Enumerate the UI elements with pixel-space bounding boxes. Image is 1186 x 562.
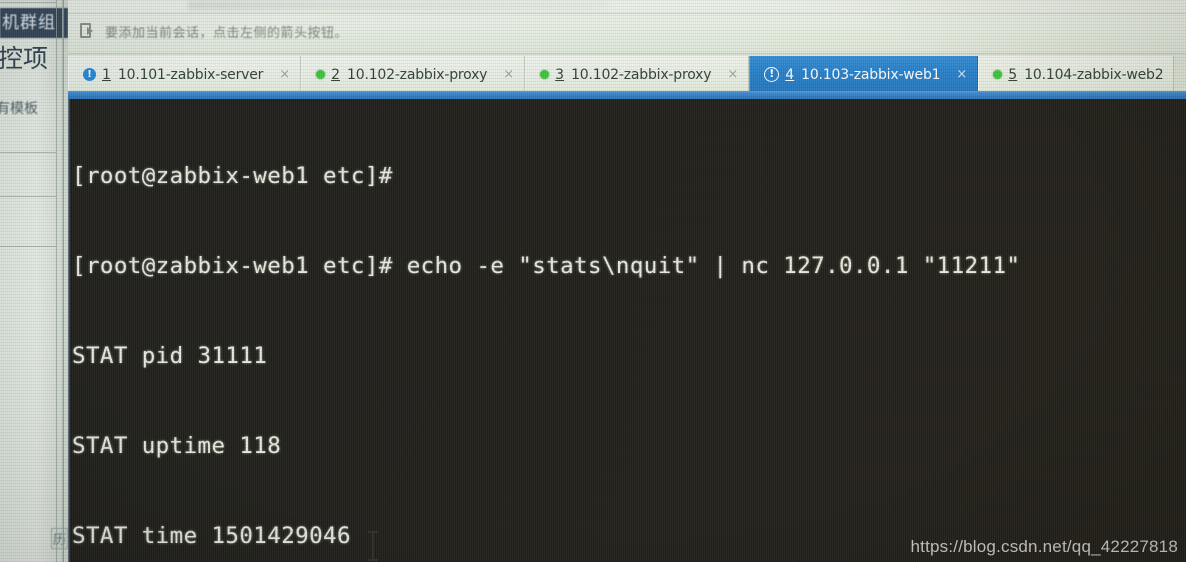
session-tab-3[interactable]: 3 10.102-zabbix-proxy × — [525, 56, 750, 93]
close-icon[interactable]: × — [279, 68, 290, 81]
info-circle-icon: ! — [764, 67, 780, 82]
terminal-line: [root@zabbix-web1 etc]# echo -e "stats\n… — [72, 253, 1021, 279]
green-dot-icon — [540, 70, 550, 79]
session-tab-4[interactable]: ! 4 10.103-zabbix-web1 × — [749, 56, 979, 93]
hint-bar-ghost-text — [188, 1, 608, 10]
session-tab-5-index: 5 — [1008, 66, 1018, 83]
session-tab-3-label: 10.102-zabbix-proxy — [571, 66, 712, 83]
terminal-line: [root@zabbix-web1 etc]# — [72, 163, 407, 189]
watermark-text: https://blog.csdn.net/qq_42227818 — [910, 537, 1178, 556]
terminal-application-window: 要添加当前会话，点击左侧的箭头按钮。 ! 1 10.101-zabbix-ser… — [68, 0, 1186, 562]
green-dot-icon — [993, 70, 1003, 79]
session-tab-2-index: 2 — [331, 66, 341, 83]
terminal-left-border — [68, 99, 70, 562]
session-tab-strip[interactable]: ! 1 10.101-zabbix-server × 2 10.102-zabb… — [68, 54, 1186, 93]
session-tab-1-label: 10.101-zabbix-server — [117, 66, 264, 83]
session-tab-5[interactable]: 5 10.104-zabbix-web2 — [978, 56, 1175, 93]
session-tab-1[interactable]: ! 1 10.101-zabbix-server × — [68, 56, 302, 93]
sidebar-divider — [56, 0, 57, 562]
session-tab-5-label: 10.104-zabbix-web2 — [1024, 66, 1164, 83]
session-hint-text: 要添加当前会话，点击左侧的箭头按钮。 — [105, 25, 349, 41]
terminal-text-block: [root@zabbix-web1 etc]# [root@zabbix-web… — [72, 101, 1186, 562]
close-icon[interactable]: × — [727, 68, 738, 81]
close-icon[interactable]: × — [956, 68, 967, 81]
terminal-line: STAT uptime 118 — [72, 433, 282, 459]
close-icon[interactable]: × — [503, 68, 514, 81]
session-tab-3-index: 3 — [555, 66, 565, 83]
hint-bar-divider — [68, 13, 1186, 14]
session-tab-1-index: 1 — [102, 66, 111, 83]
background-page-sidebar: 机群组 控项 有模板 历 — [0, 0, 68, 562]
session-tab-4-index: 4 — [785, 66, 795, 83]
add-session-icon[interactable] — [80, 23, 97, 39]
terminal-output-area[interactable]: [root@zabbix-web1 etc]# [root@zabbix-web… — [68, 99, 1186, 562]
session-tab-2-label: 10.102-zabbix-proxy — [347, 66, 488, 83]
sidebar-monitoring-label: 控项 — [0, 44, 49, 73]
session-hint-bar: 要添加当前会话，点击左侧的箭头按钮。 — [68, 0, 1186, 54]
green-dot-icon — [316, 70, 326, 79]
info-circle-icon: ! — [83, 68, 96, 81]
active-tab-underline — [68, 91, 1186, 99]
sidebar-history-label: 历 — [51, 528, 68, 549]
terminal-line: STAT pid 31111 — [72, 343, 268, 369]
session-tab-2[interactable]: 2 10.102-zabbix-proxy × — [301, 56, 526, 93]
sidebar-template-label: 有模板 — [0, 101, 38, 117]
text-caret-icon — [368, 531, 378, 561]
window-left-border — [62, 0, 64, 562]
session-tab-4-label: 10.103-zabbix-web1 — [801, 66, 941, 83]
sidebar-host-group-label: 机群组 — [0, 8, 68, 38]
